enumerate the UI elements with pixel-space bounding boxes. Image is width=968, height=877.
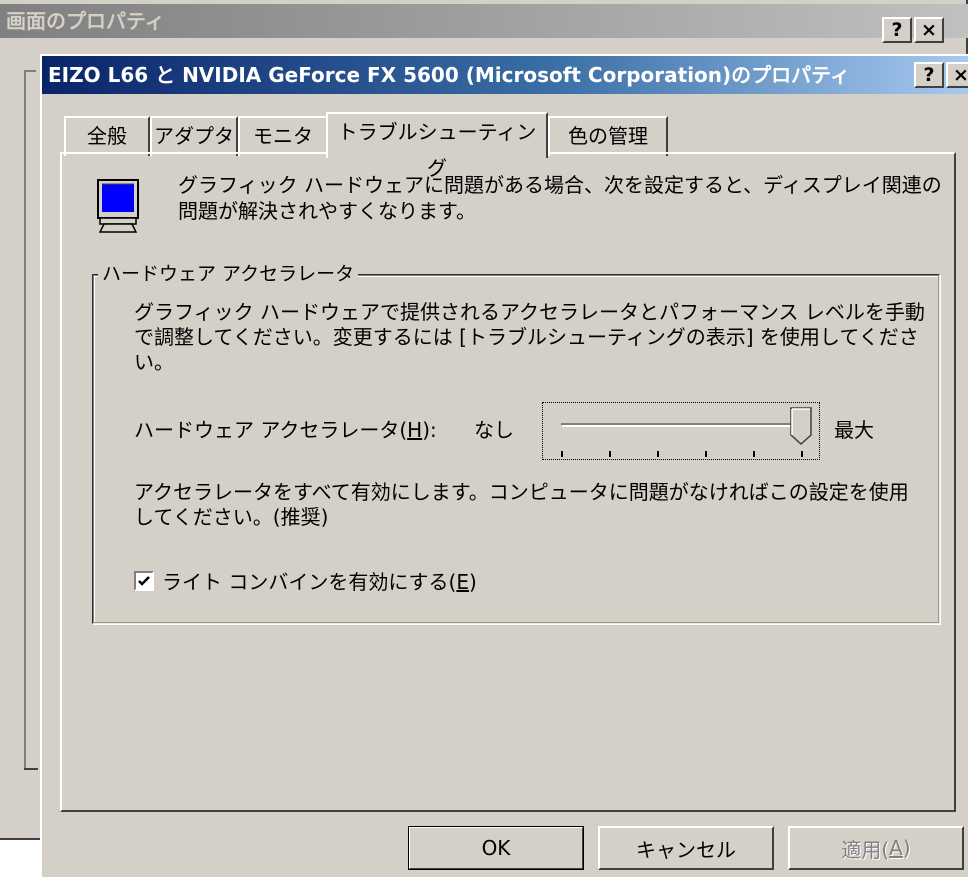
slider-tick bbox=[657, 451, 659, 457]
dialog-titlebar[interactable]: EIZO L66 と NVIDIA GeForce FX 5600 (Micro… bbox=[42, 56, 968, 94]
write-combining-checkbox[interactable] bbox=[134, 570, 154, 591]
ok-button[interactable]: OK bbox=[408, 826, 584, 870]
help-button[interactable]: ? bbox=[914, 62, 944, 88]
background-close-button[interactable]: × bbox=[914, 17, 944, 43]
background-help-button[interactable]: ? bbox=[882, 17, 912, 43]
slider-tick bbox=[561, 451, 563, 457]
slider-tick bbox=[753, 451, 755, 457]
apply-button[interactable]: 適用(A) bbox=[788, 826, 964, 870]
slider-thumb[interactable] bbox=[790, 407, 812, 445]
tab-adapter[interactable]: アダプタ bbox=[150, 116, 238, 156]
write-combining-option[interactable]: ライト コンバインを有効にする(E) bbox=[134, 566, 477, 595]
tab-color-management[interactable]: 色の管理 bbox=[548, 116, 668, 156]
background-window-frame bbox=[24, 70, 36, 770]
group-title: ハードウェア アクセラレータ bbox=[98, 261, 359, 287]
slider-max-label: 最大 bbox=[834, 418, 874, 442]
close-button[interactable]: × bbox=[946, 62, 968, 88]
monitor-icon bbox=[96, 178, 140, 239]
tab-monitor[interactable]: モニタ bbox=[238, 116, 328, 156]
background-window-title: 画面のプロパティ bbox=[6, 9, 165, 33]
cancel-button[interactable]: キャンセル bbox=[598, 826, 774, 870]
acceleration-label: ハードウェア アクセラレータ(H): bbox=[134, 418, 437, 442]
tab-general[interactable]: 全般 bbox=[64, 116, 150, 156]
write-combining-label: ライト コンバインを有効にする(E) bbox=[162, 570, 477, 594]
background-window-divider bbox=[24, 768, 38, 770]
acceleration-description: アクセラレータをすべて有効にします。コンピュータに問題がなければこの設定を使用し… bbox=[134, 480, 909, 529]
dialog-title: EIZO L66 と NVIDIA GeForce FX 5600 (Micro… bbox=[48, 63, 850, 87]
slider-min-label: なし bbox=[474, 418, 514, 442]
slider-tick bbox=[609, 451, 611, 457]
acceleration-slider[interactable] bbox=[542, 402, 820, 460]
background-window-titlebar[interactable]: 画面のプロパティ bbox=[0, 4, 968, 38]
tab-troubleshooting[interactable]: トラブルシューティング bbox=[326, 112, 548, 180]
checkmark-icon bbox=[138, 575, 150, 586]
slider-tick bbox=[801, 451, 803, 457]
slider-track bbox=[561, 423, 801, 427]
group-description: グラフィック ハードウェアで提供されるアクセラレータとパフォーマンス レベルを手… bbox=[134, 300, 925, 374]
intro-text: グラフィック ハードウェアに問題がある場合、次を設定すると、ディスプレイ関連の問… bbox=[178, 173, 942, 223]
troubleshooting-panel: グラフィック ハードウェアに問題がある場合、次を設定すると、ディスプレイ関連の問… bbox=[60, 152, 956, 812]
properties-dialog: EIZO L66 と NVIDIA GeForce FX 5600 (Micro… bbox=[40, 54, 968, 877]
hardware-acceleration-group: ハードウェア アクセラレータ グラフィック ハードウェアで提供されるアクセラレー… bbox=[92, 261, 940, 624]
slider-tick bbox=[705, 451, 707, 457]
